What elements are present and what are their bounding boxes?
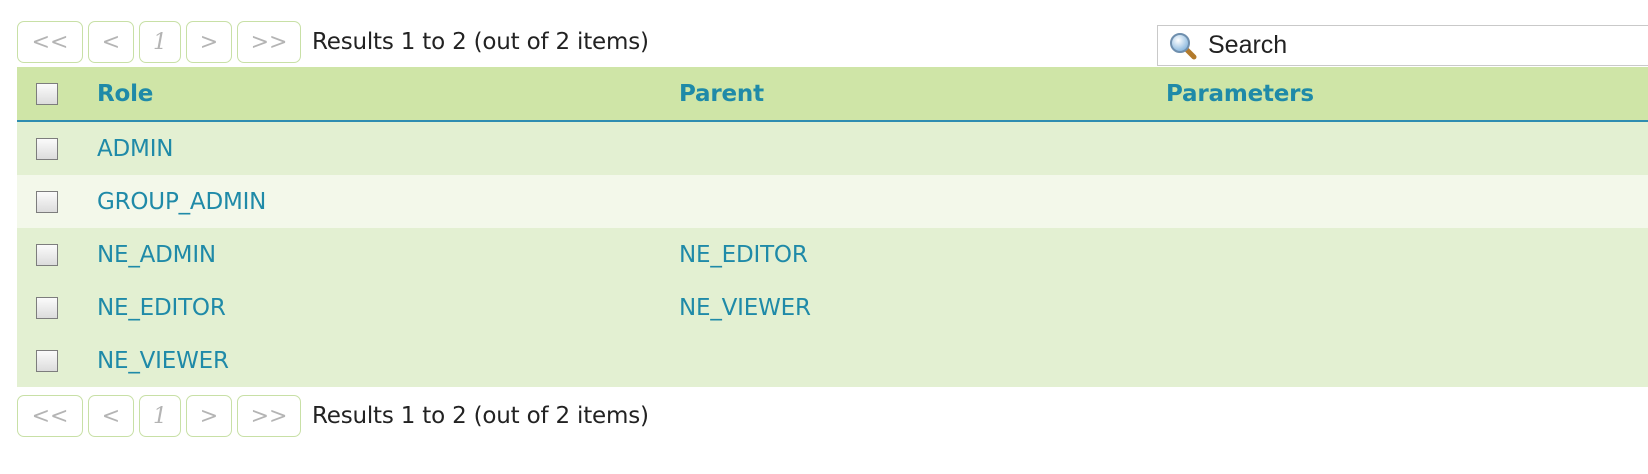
pager-top: << < 1 > >> Results 1 to 2 (out of 2 ite… (17, 20, 649, 64)
row-checkbox[interactable] (36, 243, 58, 266)
first-page-button[interactable]: << (17, 395, 83, 437)
last-page-button[interactable]: >> (237, 21, 301, 63)
last-page-button[interactable]: >> (237, 395, 301, 437)
search-input[interactable] (1206, 26, 1648, 65)
search-box[interactable] (1157, 25, 1648, 66)
table-row[interactable]: ADMIN (17, 121, 1648, 175)
row-select-cell (17, 121, 97, 175)
column-header-parent[interactable]: Parent (679, 67, 1166, 122)
magnifier-icon (1168, 31, 1198, 61)
table-row[interactable]: NE_ADMIN NE_EDITOR (17, 228, 1648, 281)
select-all-checkbox[interactable] (36, 82, 58, 105)
parent-link[interactable]: NE_EDITOR (679, 242, 808, 268)
table-row[interactable]: NE_EDITOR NE_VIEWER (17, 281, 1648, 334)
roles-table: Role Parent Parameters ADMIN GROUP_ADMIN… (17, 67, 1648, 387)
column-header-role[interactable]: Role (97, 67, 679, 122)
next-page-button[interactable]: > (186, 21, 232, 63)
row-select-cell (17, 334, 97, 387)
row-checkbox[interactable] (36, 296, 58, 319)
row-select-cell (17, 175, 97, 228)
row-checkbox[interactable] (36, 190, 58, 213)
role-link[interactable]: GROUP_ADMIN (97, 189, 266, 215)
row-checkbox[interactable] (36, 137, 58, 160)
previous-page-button[interactable]: < (88, 21, 134, 63)
table-row[interactable]: GROUP_ADMIN (17, 175, 1648, 228)
role-link[interactable]: NE_EDITOR (97, 295, 226, 321)
first-page-button[interactable]: << (17, 21, 83, 63)
page-number-button[interactable]: 1 (139, 395, 181, 437)
table-row[interactable]: NE_VIEWER (17, 334, 1648, 387)
parent-link[interactable]: NE_VIEWER (679, 295, 811, 321)
results-summary: Results 1 to 2 (out of 2 items) (312, 403, 649, 429)
select-all-cell (17, 67, 97, 122)
previous-page-button[interactable]: < (88, 395, 134, 437)
row-select-cell (17, 228, 97, 281)
page-number-button[interactable]: 1 (139, 21, 181, 63)
role-link[interactable]: ADMIN (97, 136, 173, 162)
pager-bottom: << < 1 > >> Results 1 to 2 (out of 2 ite… (17, 394, 649, 438)
row-select-cell (17, 281, 97, 334)
row-checkbox[interactable] (36, 349, 58, 372)
role-link[interactable]: NE_ADMIN (97, 242, 216, 268)
results-summary: Results 1 to 2 (out of 2 items) (312, 29, 649, 55)
next-page-button[interactable]: > (186, 395, 232, 437)
role-link[interactable]: NE_VIEWER (97, 348, 229, 374)
table-header-row: Role Parent Parameters (17, 67, 1648, 122)
column-header-parameters[interactable]: Parameters (1166, 67, 1648, 122)
